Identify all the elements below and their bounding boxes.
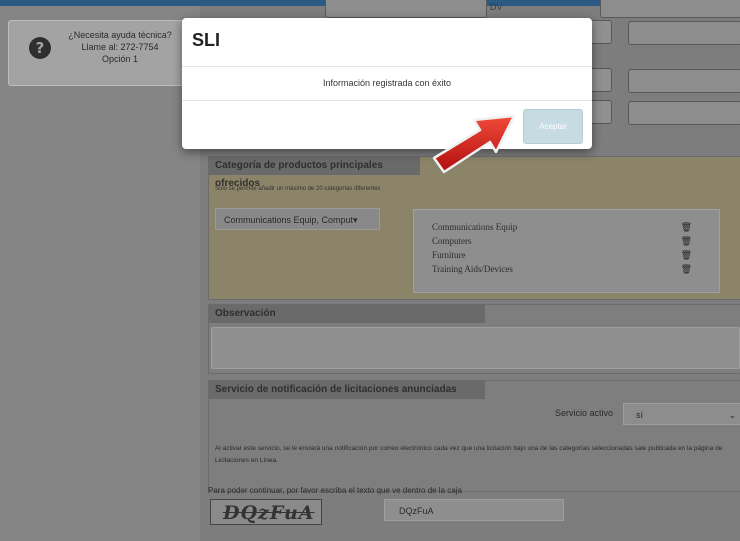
service-active-select[interactable]: sí ⌄ (623, 403, 740, 425)
right-field-2[interactable] (628, 69, 740, 93)
question-icon: ? (29, 37, 51, 59)
trash-icon[interactable]: 🗑 (681, 236, 692, 247)
success-dialog: SLI Información registrada con éxito Ace… (182, 18, 592, 149)
red-arrow-icon (432, 114, 516, 174)
right-field-1[interactable] (628, 21, 740, 45)
help-box: ? ¿Necesita ayuda técnica? Llame al: 272… (8, 20, 192, 86)
category-list: Communications Equip 🗑 Computers 🗑 Furni… (413, 209, 720, 293)
captcha-image: DQzFuA (210, 499, 322, 525)
dv-label: DV (490, 2, 503, 12)
service-active-label: Servicio activo (555, 408, 614, 418)
category-item-label: Training Aids/Devices (432, 264, 513, 274)
right-field-3[interactable] (628, 101, 740, 125)
trash-icon[interactable]: 🗑 (681, 250, 692, 261)
observation-title: Observación (209, 305, 485, 323)
category-select[interactable]: Communications Equip, Comput▾ (215, 208, 380, 230)
help-line-1: ¿Necesita ayuda técnica? (68, 30, 172, 40)
service-active-value: sí (636, 410, 644, 420)
observation-section: Observación (208, 304, 740, 374)
category-item: Communications Equip 🗑 (432, 222, 692, 232)
notification-title: Servicio de notificación de licitaciones… (209, 381, 485, 399)
dialog-divider (182, 66, 592, 67)
help-line-2: Llame al: 272-7754 (81, 42, 159, 52)
chevron-down-icon: ⌄ (728, 410, 736, 420)
accept-button[interactable]: Aceptar (523, 109, 583, 144)
trash-icon[interactable]: 🗑 (681, 264, 692, 275)
category-item: Computers 🗑 (432, 236, 692, 246)
category-item: Training Aids/Devices 🗑 (432, 264, 692, 274)
categories-title: Categoría de productos principales ofrec… (209, 157, 420, 189)
category-item-label: Communications Equip (432, 222, 518, 232)
notification-section: Servicio de notificación de licitaciones… (208, 380, 740, 492)
dialog-divider (182, 100, 592, 101)
category-item-label: Computers (432, 236, 472, 246)
category-item: Furniture 🗑 (432, 250, 692, 260)
captcha-input[interactable]: DQzFuA (384, 499, 564, 521)
top-field-1[interactable] (325, 0, 487, 18)
top-field-2[interactable] (600, 0, 740, 18)
help-line-3: Opción 1 (101, 54, 139, 64)
categories-note: Solo se permite añadir un máximo de 20 c… (215, 186, 381, 192)
category-item-label: Furniture (432, 250, 466, 260)
observation-textarea[interactable] (211, 327, 740, 369)
dialog-message: Información registrada con éxito (322, 78, 452, 88)
notification-description: Al activar este servicio, se le enviará … (215, 445, 723, 464)
left-panel: ? ¿Necesita ayuda técnica? Llame al: 272… (0, 6, 200, 541)
dialog-title: SLI (192, 30, 221, 50)
trash-icon[interactable]: 🗑 (681, 222, 692, 233)
help-text: ¿Necesita ayuda técnica? Llame al: 272-7… (59, 29, 181, 65)
captcha-instruction: Para poder continuar, por favor escriba … (208, 486, 462, 495)
